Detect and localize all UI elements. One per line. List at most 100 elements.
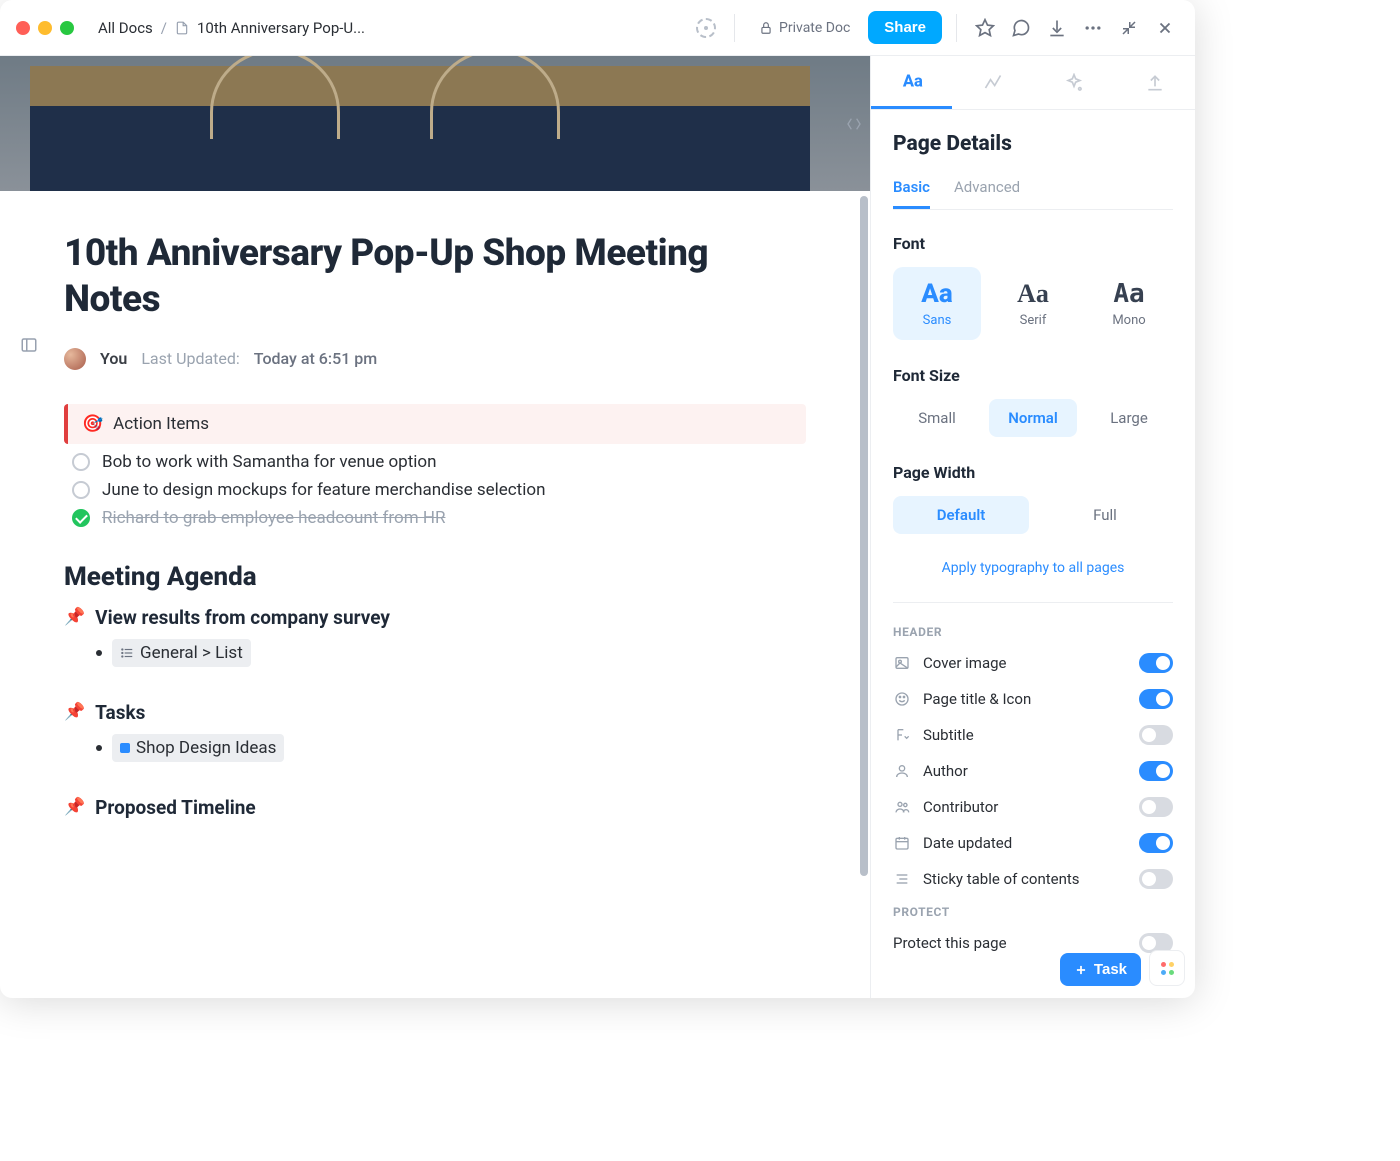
chip-label: Shop Design Ideas [136,738,276,758]
last-updated-label: Last Updated: [141,349,239,368]
scrollbar[interactable] [860,196,868,876]
toggle-cover-image: Cover image [893,653,1173,673]
tab-export[interactable] [1114,56,1195,109]
toggle-switch[interactable] [1139,653,1173,673]
subtab-advanced[interactable]: Advanced [954,178,1020,209]
panel-top-tabs: Aa [871,56,1195,110]
toggle-switch[interactable] [1139,833,1173,853]
checklist-item[interactable]: Richard to grab employee headcount from … [72,508,806,528]
page-title[interactable]: 10th Anniversary Pop-Up Shop Meeting Not… [64,231,806,324]
page-width-full[interactable]: Full [1037,496,1173,534]
tab-typography[interactable]: Aa [871,56,952,109]
new-task-button[interactable]: Task [1060,953,1141,986]
font-mono-option[interactable]: AaMono [1085,267,1173,340]
close-window-button[interactable] [16,21,30,35]
toggle-subtitle: Subtitle [893,725,1173,745]
checklist-item[interactable]: June to design mockups for feature merch… [72,480,806,500]
divider [956,14,957,42]
toggle-switch[interactable] [1139,797,1173,817]
task-chip[interactable]: Shop Design Ideas [112,734,284,762]
last-updated-value: Today at 6:51 pm [254,349,377,368]
subtab-basic[interactable]: Basic [893,178,930,209]
svg-text:Aa: Aa [902,73,922,92]
toggle-switch[interactable] [1139,869,1173,889]
toggle-contributor: Contributor [893,797,1173,817]
resize-handle-icon[interactable] [846,116,862,132]
share-button[interactable]: Share [868,11,942,44]
checkbox-checked-icon[interactable] [72,509,90,527]
panel-scroll: Page Details Basic Advanced Font AaSans … [871,110,1195,998]
pin-icon: 📌 [64,702,85,722]
list-icon [120,646,134,660]
font-sans-option[interactable]: AaSans [893,267,981,340]
agenda-subitem[interactable]: General > List [96,639,806,667]
toggle-label: Author [923,762,968,780]
document-body: 10th Anniversary Pop-Up Shop Meeting Not… [0,191,870,869]
toggle-switch[interactable] [1139,725,1173,745]
close-icon[interactable] [1151,14,1179,42]
page-width-selector: Default Full [893,496,1173,534]
agenda-item[interactable]: 📌 View results from company survey [64,606,806,629]
target-icon: 🎯 [82,414,103,434]
divider [734,14,735,42]
checkbox-icon[interactable] [72,481,90,499]
breadcrumb[interactable]: All Docs / 10th Anniversary Pop-U... [98,19,365,37]
checklist: Bob to work with Samantha for venue opti… [72,452,806,528]
apply-typography-link[interactable]: Apply typography to all pages [893,560,1173,576]
breadcrumb-separator: / [161,19,167,37]
toggle-date-updated: Date updated [893,833,1173,853]
toggle-switch[interactable] [1139,689,1173,709]
header-section-label: HEADER [893,625,1173,639]
checklist-item-text: June to design mockups for feature merch… [102,480,545,500]
page-width-default[interactable]: Default [893,496,1029,534]
image-icon [893,654,911,672]
agenda-item[interactable]: 📌 Tasks [64,701,806,724]
protect-section-label: PROTECT [893,905,1173,919]
font-size-small[interactable]: Small [893,399,981,437]
star-icon[interactable] [971,14,999,42]
list-view-chip[interactable]: General > List [112,639,251,667]
author-avatar[interactable] [64,348,86,370]
checklist-item-text: Bob to work with Samantha for venue opti… [102,452,436,472]
plus-icon [1074,963,1088,977]
panel-subtabs: Basic Advanced [893,178,1173,210]
collapse-icon[interactable] [1115,14,1143,42]
page-width-section-label: Page Width [893,463,1173,482]
toggle-label: Date updated [923,834,1012,852]
toggle-author: Author [893,761,1173,781]
toggle-label: Contributor [923,798,998,816]
toggle-switch[interactable] [1139,761,1173,781]
document-column: 10th Anniversary Pop-Up Shop Meeting Not… [0,56,870,998]
tab-ai[interactable] [1033,56,1114,109]
apps-button[interactable] [1149,950,1185,986]
breadcrumb-doc[interactable]: 10th Anniversary Pop-U... [197,19,365,37]
font-selector: AaSans AaSerif AaMono [893,267,1173,340]
maximize-window-button[interactable] [60,21,74,35]
toggle-label: Sticky table of contents [923,870,1080,888]
action-items-callout[interactable]: 🎯 Action Items [64,404,806,444]
pin-icon: 📌 [64,797,85,817]
download-icon[interactable] [1043,14,1071,42]
font-serif-option[interactable]: AaSerif [989,267,1077,340]
panel-title: Page Details [893,132,1173,156]
task-color-icon [120,743,130,753]
bullet-icon [96,745,102,751]
toggle-page-title-icon: Page title & Icon [893,689,1173,709]
comment-icon[interactable] [1007,14,1035,42]
agenda-item-title: View results from company survey [95,606,390,629]
tab-stats[interactable] [952,56,1033,109]
checklist-item[interactable]: Bob to work with Samantha for venue opti… [72,452,806,472]
privacy-indicator[interactable]: Private Doc [749,20,860,36]
sidebar-toggle-icon[interactable] [20,336,38,354]
checkbox-icon[interactable] [72,453,90,471]
minimize-window-button[interactable] [38,21,52,35]
agenda-item[interactable]: 📌 Proposed Timeline [64,796,806,819]
font-size-normal[interactable]: Normal [989,399,1077,437]
agenda-subitem[interactable]: Shop Design Ideas [96,734,806,762]
font-size-large[interactable]: Large [1085,399,1173,437]
agenda-heading[interactable]: Meeting Agenda [64,562,806,592]
focus-mode-icon[interactable] [692,14,720,42]
cover-image[interactable] [0,56,870,191]
breadcrumb-root[interactable]: All Docs [98,19,153,37]
more-icon[interactable] [1079,14,1107,42]
